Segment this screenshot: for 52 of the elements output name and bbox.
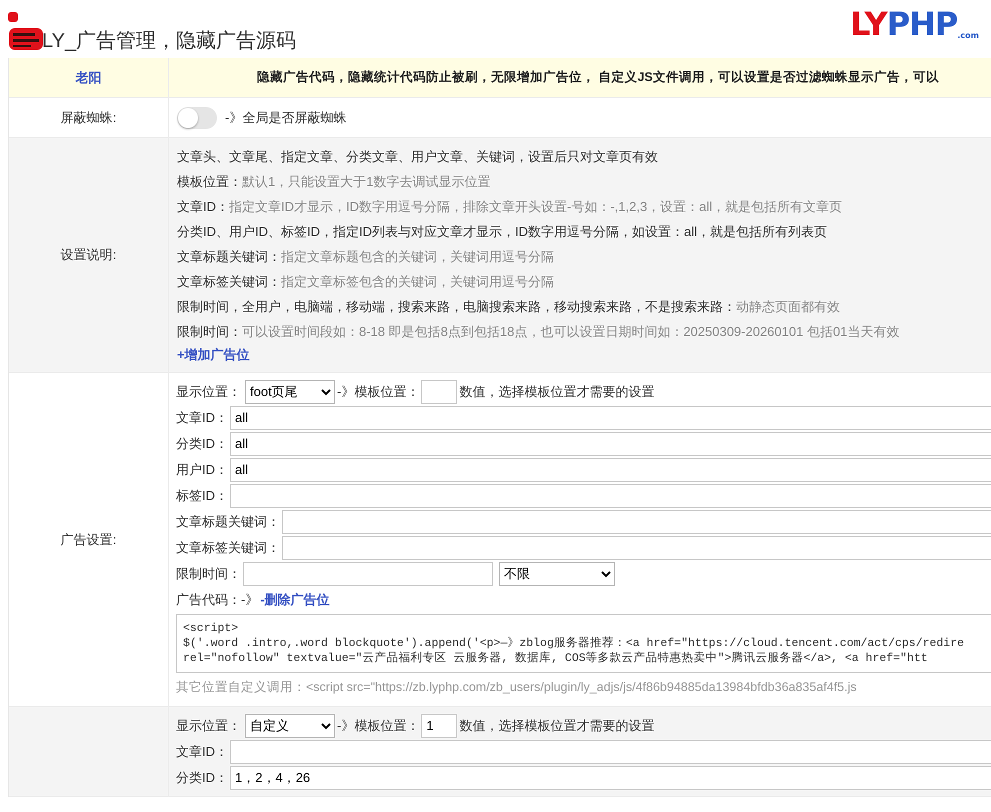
toggle-switch[interactable]	[177, 106, 217, 128]
field-label: 限制时间：	[176, 564, 241, 582]
delete-ad-link[interactable]: -删除广告位	[260, 588, 330, 610]
note-line: 文章头、文章尾、指定文章、分类文章、用户文章、关键词，设置后只对文章页有效	[177, 148, 659, 166]
row-label: 设置说明:	[60, 246, 116, 264]
field-label: 文章ID：	[176, 408, 228, 426]
text-field[interactable]: all	[230, 458, 991, 482]
site-logo: LYPHP.com	[850, 6, 979, 42]
code-textarea[interactable]: <script> $('.word .intro,.word blockquote').append('<p>—》zblog服务器推荐：<a href="https://cloud.tencent.com/act/cps/redire rel="nofollow" textvalue="云产品福利专区 云服务器, 数据库, COS等多款云产品特惠热卖中">腾讯云服务器</a>, <a href="htt	[176, 614, 991, 673]
note-line: 限制时间：可以设置时间段如：8-18 即是包括8点到包括18点，也可以设置日期时间如：20250309-20260101 包括01当天有效	[177, 323, 900, 341]
field-label: 文章ID：	[176, 742, 228, 760]
time-field[interactable]	[243, 562, 493, 586]
page-title: LY_广告管理，隐藏广告源码	[42, 30, 296, 52]
time-select[interactable]: 不限	[499, 562, 615, 586]
note-line: 文章ID：指定文章ID才显示，ID数字用逗号分隔，排除文章开头设置-号如：-,1,2,3，设置：all，就是包括所有文章页	[177, 198, 844, 216]
embed-hint: 其它位置自定义调用：<script src="https://zb.lyphp.com/zb_users/plugin/ly_adjs/js/4f86b94885da13984bfdb36a835af4f5.js	[176, 679, 858, 696]
toggle-hint: -》全局是否屏蔽蜘蛛	[225, 108, 346, 126]
text-field[interactable]	[230, 484, 991, 508]
field-label: 显示位置：	[176, 716, 241, 734]
text-field[interactable]: 1，2，4，26	[230, 766, 991, 790]
text-field[interactable]	[230, 740, 991, 764]
note-line: 限制时间，全用户，电脑端，移动端，搜索来路，电脑搜索来路，移动搜索来路，不是搜索来路：动静态页面都有效	[177, 298, 841, 316]
text-field[interactable]: all	[230, 432, 991, 456]
field-label: 文章标题关键词：	[176, 512, 280, 530]
note-line: 文章标题关键词：指定文章标题包含的关键词，关键词用逗号分隔	[177, 248, 555, 266]
template-field[interactable]: 1	[421, 714, 458, 738]
text-field[interactable]	[282, 510, 991, 534]
plugin-icon	[8, 12, 44, 52]
row-label: 屏蔽蜘蛛:	[60, 108, 116, 126]
note-line: 分类ID、用户ID、标签ID，指定ID列表与对应文章才显示，ID数字用逗号分隔，如设置：all，就是包括所有列表页	[177, 223, 828, 241]
field-label: 用户ID：	[176, 460, 228, 478]
template-field[interactable]	[421, 380, 458, 404]
field-label: 分类ID：	[176, 434, 228, 452]
text-field[interactable]	[282, 536, 991, 560]
plugin-summary: 隐藏广告代码，隐藏统计代码防止被刷，无限增加广告位， 自定义JS文件调用，可以设置是否过滤蜘蛛显示广告，可以	[257, 69, 939, 86]
note-line: 模板位置：默认1，只能设置大于1数字去调试显示位置	[177, 173, 492, 191]
position-select[interactable]: 自定义	[245, 714, 335, 738]
field-hint: 数值，选择模板位置才需要的设置	[459, 382, 654, 400]
field-label: -》模板位置：	[337, 716, 420, 734]
author-name: 老阳	[76, 68, 102, 86]
position-select[interactable]: foot页尾	[245, 380, 335, 404]
field-label: -》模板位置：	[337, 382, 420, 400]
field-hint: 数值，选择模板位置才需要的设置	[459, 716, 654, 734]
note-line: 文章标签关键词：指定文章标签包含的关键词，关键词用逗号分隔	[177, 273, 555, 291]
field-label: 显示位置：	[176, 382, 241, 400]
field-label: 标签ID：	[176, 486, 228, 504]
add-ad-link[interactable]: +增加广告位	[177, 347, 250, 362]
field-label: 分类ID：	[176, 768, 228, 786]
text-field[interactable]: all	[230, 406, 991, 430]
field-label: 广告代码：-》	[176, 590, 258, 608]
field-label: 文章标签关键词：	[176, 538, 280, 556]
row-label: 广告设置:	[60, 530, 116, 548]
